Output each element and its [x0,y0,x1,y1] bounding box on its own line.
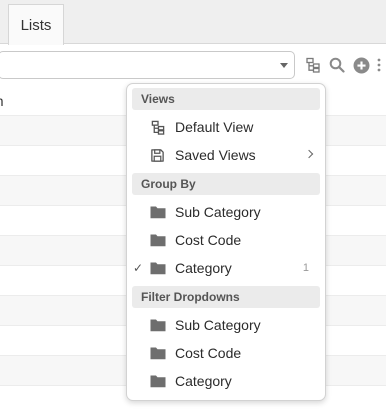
list-row-label: on [0,93,4,109]
checkmark-icon: ✓ [133,261,144,275]
search-icon[interactable] [327,55,347,75]
menu-item-group-category[interactable]: ✓ Category 1 [127,255,325,281]
group-by-section-header: Group By [132,173,320,195]
menu-item-label: Category [175,373,232,389]
hierarchy-icon [150,120,166,135]
menu-item-group-cost-code[interactable]: Cost Code [127,227,325,253]
group-order-badge: 1 [302,262,309,274]
menu-item-label: Cost Code [175,345,242,361]
tab-lists-label: Lists [20,16,52,34]
menu-item-label: Sub Category [175,317,261,333]
caret-down-icon [280,63,288,68]
more-icon[interactable] [374,55,384,75]
save-icon [150,148,166,162]
menu-item-label: Saved Views [175,147,256,163]
filter-select[interactable] [0,51,295,79]
menu-item-label: Cost Code [175,232,242,248]
tab-bar: Lists [0,0,386,45]
menu-item-group-sub-category[interactable]: Sub Category [127,199,325,225]
chevron-right-icon [304,149,314,159]
tab-lists[interactable]: Lists [8,4,64,45]
filter-dropdowns-section-header: Filter Dropdowns [132,286,320,308]
menu-item-label: Default View [175,119,254,135]
menu-item-filter-category[interactable]: Category [127,368,325,394]
folder-icon [150,318,166,332]
menu-item-default-view[interactable]: Default View [127,114,325,140]
menu-item-label: Category [175,260,232,276]
menu-item-saved-views[interactable]: Saved Views [127,142,325,168]
menu-item-filter-cost-code[interactable]: Cost Code [127,340,325,366]
menu-item-filter-sub-category[interactable]: Sub Category [127,312,325,338]
folder-icon [150,261,166,275]
folder-icon [150,205,166,219]
view-options-menu: Views Default View Saved Views Group By [126,83,326,401]
folder-icon [150,346,166,360]
hierarchy-icon[interactable] [303,55,323,75]
filter-dropdowns-header-label: Filter Dropdowns [141,290,240,304]
menu-item-label: Sub Category [175,204,261,220]
folder-icon [150,233,166,247]
add-icon[interactable] [351,55,371,75]
views-section-header: Views [132,88,320,110]
group-by-header-label: Group By [141,177,196,191]
views-header-label: Views [141,92,175,106]
folder-icon [150,374,166,388]
